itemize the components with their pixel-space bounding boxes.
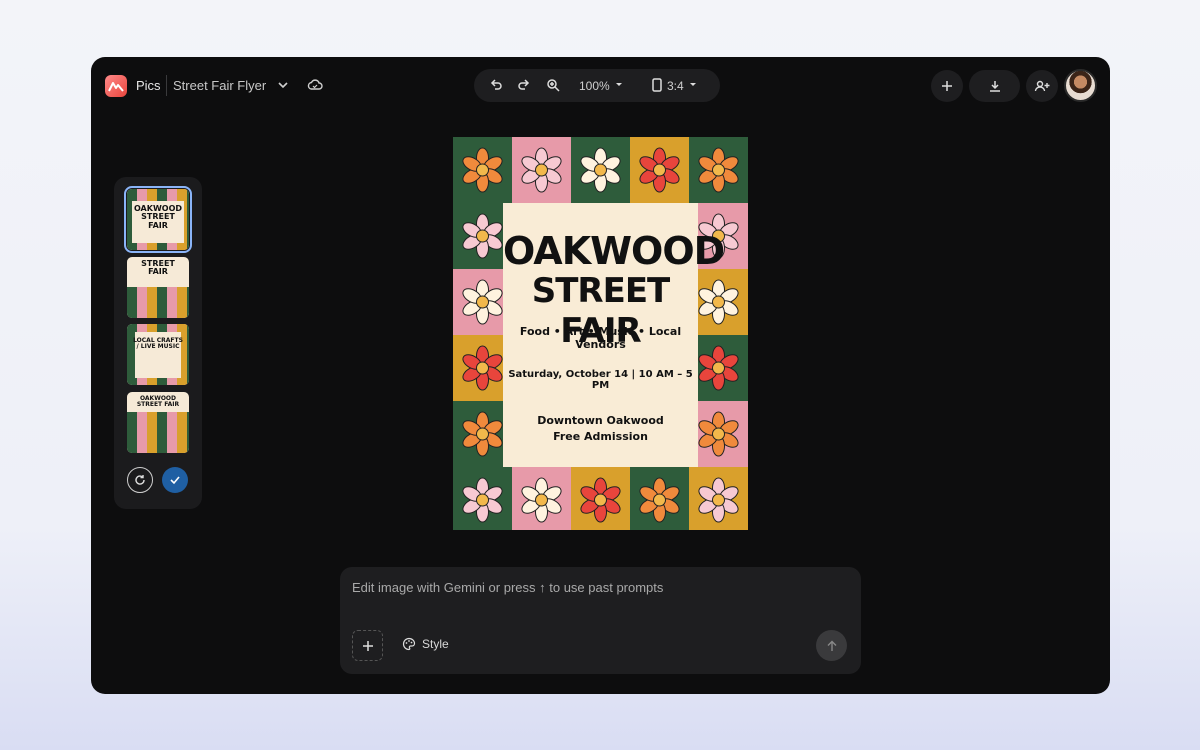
flower-icon [580, 147, 621, 193]
zoom-dropdown-icon[interactable] [614, 81, 624, 89]
flyer-tile [512, 467, 571, 530]
aspect-dropdown-icon[interactable] [688, 81, 698, 89]
flyer-tile [630, 467, 689, 530]
thumbnail-3[interactable]: LOCAL CRAFTS / LIVE MUSIC [127, 324, 189, 385]
flower-icon [462, 147, 503, 193]
plus-icon [362, 640, 373, 651]
thumbnail-title: OAKWOOD STREET FAIR [133, 204, 183, 230]
thumbnail-title: LOCAL CRAFTS / LIVE MUSIC [133, 337, 183, 351]
thumbnail-pattern [127, 412, 189, 453]
palette-icon [402, 637, 416, 651]
add-person-icon [1034, 80, 1050, 92]
flower-icon [639, 147, 680, 193]
flyer-tile [512, 137, 571, 203]
flyer-admission: Free Admission [553, 430, 648, 443]
prompt-input[interactable] [352, 580, 832, 595]
download-button[interactable] [969, 70, 1020, 102]
document-title[interactable]: Street Fair Flyer [173, 78, 266, 93]
aspect-ratio-value[interactable]: 3:4 [667, 79, 684, 93]
flyer-tile [571, 467, 630, 530]
zoom-icon[interactable] [545, 77, 561, 93]
flower-icon [698, 477, 739, 523]
flower-icon [462, 477, 503, 523]
flyer-canvas[interactable]: OAKWOOD STREET FAIR Food • Art • Music •… [453, 137, 748, 530]
flyer-tile [453, 137, 512, 203]
undo-icon[interactable] [488, 77, 504, 93]
add-button[interactable] [931, 70, 963, 102]
thumbnail-pattern [127, 287, 189, 318]
prompt-box: Style [340, 567, 861, 674]
style-label: Style [422, 637, 449, 651]
pics-logo-icon[interactable] [105, 75, 127, 97]
flyer-tile [571, 137, 630, 203]
flower-icon [521, 147, 562, 193]
thumbnail-4[interactable]: OAKWOOD STREET FAIR [127, 392, 189, 453]
flower-icon [698, 147, 739, 193]
app-name: Pics [136, 78, 161, 93]
plus-icon [942, 81, 952, 91]
flower-icon [639, 477, 680, 523]
style-button[interactable]: Style [402, 637, 449, 651]
check-icon [170, 476, 180, 485]
download-icon [989, 81, 1000, 92]
flyer-location: Downtown Oakwood [537, 414, 664, 427]
confirm-button[interactable] [162, 467, 188, 493]
send-button[interactable] [816, 630, 847, 661]
editor-toolbar: 100% 3:4 [474, 69, 720, 102]
flower-icon [580, 477, 621, 523]
add-attachment-button[interactable] [352, 630, 383, 661]
thumbnail-2[interactable]: STREET FAIR [127, 257, 189, 318]
thumbnail-1[interactable]: OAKWOOD STREET FAIR [124, 186, 192, 253]
share-button[interactable] [1026, 70, 1058, 102]
flyer-tile [689, 137, 748, 203]
flyer-content-panel: OAKWOOD STREET FAIR Food • Art • Music •… [503, 203, 725, 467]
refresh-icon [135, 475, 145, 485]
flyer-subtitle: Food • Art • Music • Local Vendors [519, 325, 682, 351]
flower-icon [521, 477, 562, 523]
avatar[interactable] [1064, 69, 1097, 102]
flyer-tile [689, 467, 748, 530]
header-divider [166, 75, 167, 96]
flyer-title-line1: OAKWOOD [503, 229, 725, 273]
flyer-tile [630, 137, 689, 203]
chevron-down-icon[interactable] [277, 79, 289, 91]
cloud-sync-icon[interactable] [307, 79, 323, 91]
regenerate-button[interactable] [127, 467, 153, 493]
variations-panel: OAKWOOD STREET FAIR STREET FAIR LOCAL CR… [114, 177, 202, 509]
thumbnail-title: OAKWOOD STREET FAIR [136, 395, 180, 409]
flyer-tile [453, 467, 512, 530]
redo-icon[interactable] [516, 77, 532, 93]
aspect-ratio-icon[interactable] [650, 77, 664, 93]
arrow-up-icon [827, 640, 836, 651]
zoom-level[interactable]: 100% [579, 79, 610, 93]
flyer-date: Saturday, October 14 | 10 AM – 5 PM [508, 369, 693, 391]
app-window: Pics Street Fair Flyer 100% 3:4 OAKWOOD … [91, 57, 1110, 694]
thumbnail-title: STREET FAIR [141, 259, 175, 277]
